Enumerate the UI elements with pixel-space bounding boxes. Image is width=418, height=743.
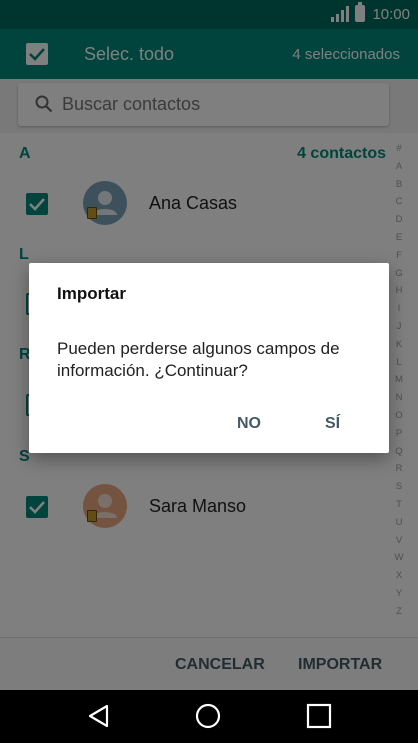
import-dialog: Importar Pueden perderse algunos campos …: [29, 263, 389, 453]
home-icon[interactable]: [195, 703, 221, 729]
navigation-bar: [0, 690, 418, 743]
no-button[interactable]: NO: [237, 415, 261, 433]
yes-button[interactable]: SÍ: [325, 415, 340, 433]
recent-apps-icon[interactable]: [306, 703, 332, 729]
dialog-message: Pueden perderse algunos campos de inform…: [57, 339, 340, 380]
dialog-title: Importar: [57, 284, 126, 303]
back-icon[interactable]: [86, 703, 112, 729]
